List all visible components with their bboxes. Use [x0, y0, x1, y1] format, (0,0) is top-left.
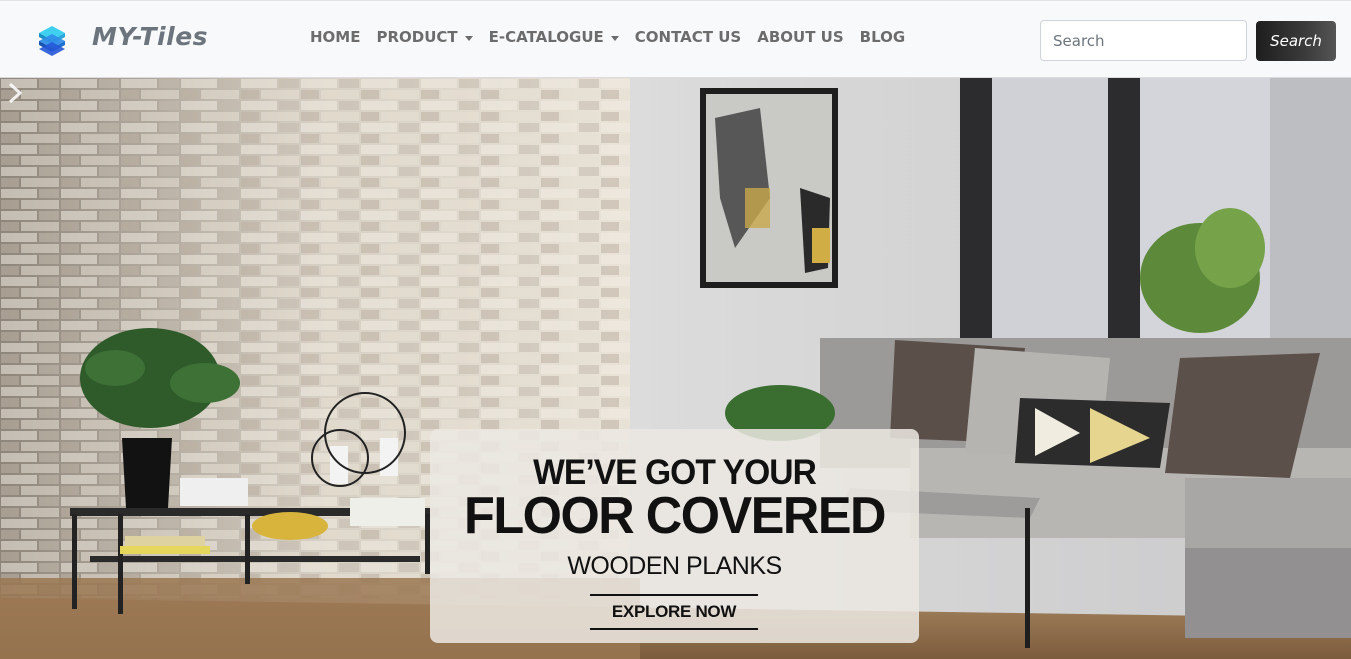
nav-item-about-us[interactable]: ABOUT US [757, 28, 843, 46]
caret-down-icon [610, 35, 619, 41]
promo-headline-2: FLOOR COVERED [463, 487, 887, 545]
nav-item-blog[interactable]: BLOG [860, 28, 906, 46]
promo-subline: WOODEN PLANKS [567, 552, 782, 580]
search-button[interactable]: Search [1256, 21, 1336, 61]
promo-banner: WE’VE GOT YOUR FLOOR COVERED WOODEN PLAN… [430, 429, 919, 643]
explore-now-button[interactable]: EXPLORE NOW [590, 594, 758, 630]
caret-down-icon [464, 35, 473, 41]
nav-item-product[interactable]: PRODUCT [376, 28, 473, 46]
nav-item-home[interactable]: HOME [310, 28, 360, 46]
search-input[interactable] [1040, 20, 1247, 61]
top-navbar: MY-Tiles HOME PRODUCT E-CATALOGUE CONTAC… [0, 0, 1351, 78]
hero-carousel: WE’VE GOT YOUR FLOOR COVERED WOODEN PLAN… [0, 78, 1351, 659]
nav-item-e-catalogue[interactable]: E-CATALOGUE [489, 28, 619, 46]
nav-item-contact-us[interactable]: CONTACT US [635, 28, 741, 46]
chevron-right-icon[interactable] [0, 78, 30, 108]
main-nav: HOME PRODUCT E-CATALOGUE CONTACT US ABOU… [310, 28, 921, 46]
stacked-layers-icon[interactable] [38, 25, 66, 57]
brand-name[interactable]: MY-Tiles [92, 22, 208, 51]
